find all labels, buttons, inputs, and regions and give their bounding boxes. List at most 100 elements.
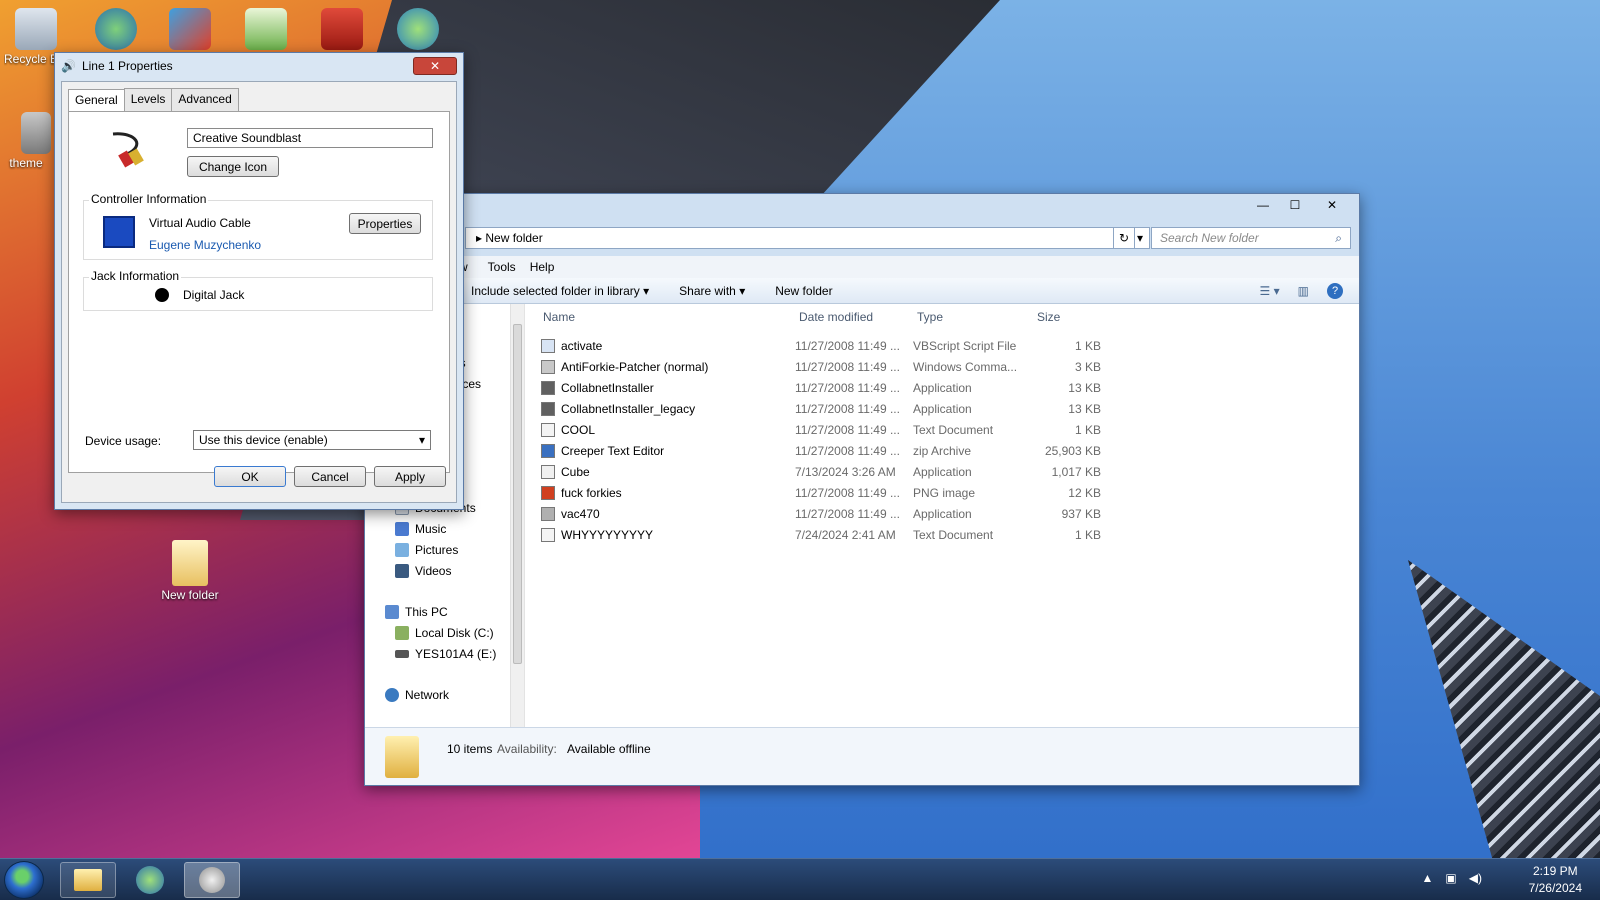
taskbar-browser[interactable]: [122, 862, 178, 898]
menu-help[interactable]: Help: [530, 260, 555, 274]
desktop-icon-browser[interactable]: [84, 8, 148, 52]
file-date: 11/27/2008 11:49 ...: [795, 423, 900, 437]
nav-item-local-disk[interactable]: Local Disk (C:): [395, 626, 494, 640]
dialog-titlebar: 🔊 Line 1 Properties ✕: [55, 53, 463, 79]
drive-icon: [395, 626, 409, 640]
nav-item-music[interactable]: Music: [395, 522, 446, 536]
file-row[interactable]: CollabnetInstaller 11/27/2008 11:49 ... Ap…: [537, 378, 1107, 399]
chevron-down-icon[interactable]: ▾: [1137, 231, 1143, 245]
refresh-button[interactable]: ↻: [1113, 227, 1135, 249]
earth-icon: [397, 8, 439, 50]
tray-expand-icon[interactable]: ▲: [1422, 871, 1434, 885]
desktop: Recycle Bin theme New folder — ☐ ✕ ▸ New…: [0, 0, 1600, 900]
start-button[interactable]: [4, 861, 44, 899]
file-row[interactable]: fuck forkies 11/27/2008 11:49 ... PNG imag…: [537, 483, 1107, 504]
file-size: 3 KB: [1074, 360, 1101, 374]
cancel-button[interactable]: Cancel: [294, 466, 366, 487]
file-type: Application: [913, 507, 972, 521]
nav-item-usb-drive[interactable]: YES101A4 (E:): [395, 647, 496, 661]
ok-button[interactable]: OK: [214, 466, 286, 487]
file-size: 1 KB: [1074, 339, 1101, 353]
share-with-button[interactable]: Share with ▾: [679, 284, 745, 298]
file-type: Application: [913, 465, 972, 479]
view-options-button[interactable]: ☰ ▾: [1260, 284, 1280, 298]
taskbar: ▲ ▣ ◀) 2:19 PM 7/26/2024: [0, 858, 1600, 900]
file-date: 7/13/2024 3:26 AM: [795, 465, 896, 479]
column-header-size[interactable]: Size: [1037, 310, 1060, 324]
audio-cable-icon: [107, 128, 151, 172]
desktop-icon-label: Recycle Bin: [4, 52, 54, 66]
dialog-body: General Levels Advanced Creative Soundbl…: [61, 81, 457, 503]
search-input[interactable]: Search New folder ⌕: [1151, 227, 1351, 249]
apply-button[interactable]: Apply: [374, 466, 446, 487]
file-row[interactable]: vac470 11/27/2008 11:49 ... Application 937…: [537, 504, 1107, 525]
new-folder-button[interactable]: New folder: [775, 284, 832, 298]
chevron-down-icon: ▾: [418, 433, 425, 447]
file-name: activate: [561, 339, 603, 353]
desktop-icon-new-folder[interactable]: New folder: [154, 540, 226, 602]
nav-item-videos[interactable]: Videos: [395, 564, 451, 578]
file-name: Cube: [561, 465, 590, 479]
theme-icon: [21, 112, 51, 154]
tab-general[interactable]: General: [68, 89, 125, 112]
taskbar-sound[interactable]: [184, 862, 240, 898]
preview-pane-button[interactable]: ▥: [1298, 284, 1309, 298]
file-icon: [541, 423, 555, 437]
volume-icon[interactable]: ◀): [1469, 871, 1482, 885]
column-header-name[interactable]: Name: [543, 310, 575, 324]
controller-vendor-link[interactable]: Eugene Muzychenko: [149, 238, 261, 252]
file-type: PNG image: [913, 486, 976, 500]
change-icon-button[interactable]: Change Icon: [187, 156, 279, 177]
desktop-icon-notepad[interactable]: [234, 8, 298, 52]
explorer-window: — ☐ ✕ ▸ New folder ▾ ↻ Search New folder…: [364, 193, 1360, 786]
file-icon: [541, 528, 555, 542]
close-button[interactable]: ✕: [413, 57, 457, 75]
controller-properties-button[interactable]: Properties: [349, 213, 421, 234]
close-button[interactable]: ✕: [1313, 196, 1351, 214]
controller-group-label: Controller Information: [89, 192, 209, 206]
include-in-library-button[interactable]: Include selected folder in library ▾: [471, 284, 649, 298]
file-row[interactable]: WHYYYYYYYYY 7/24/2024 2:41 AM Text Documen…: [537, 525, 1107, 546]
tab-advanced[interactable]: Advanced: [171, 88, 239, 111]
globe-icon: [136, 866, 164, 894]
nav-scrollbar[interactable]: [510, 304, 524, 727]
file-row[interactable]: Cube 7/13/2024 3:26 AM Application 1,017 KB: [537, 462, 1107, 483]
file-row[interactable]: Creeper Text Editor 11/27/2008 11:49 ... z…: [537, 441, 1107, 462]
breadcrumb-item[interactable]: New folder: [485, 231, 542, 245]
minimize-button[interactable]: —: [1249, 196, 1277, 214]
nav-item-this-pc[interactable]: This PC: [385, 605, 448, 619]
menu-tools[interactable]: Tools: [488, 260, 516, 274]
speaker-icon: 🔊: [61, 59, 76, 73]
column-header-type[interactable]: Type: [917, 310, 943, 324]
file-date: 11/27/2008 11:49 ...: [795, 486, 900, 500]
desktop-icon-app[interactable]: [158, 8, 222, 52]
file-icon: [541, 339, 555, 353]
file-type: Text Document: [913, 423, 994, 437]
file-row[interactable]: COOL 11/27/2008 11:49 ... Text Document 1 K…: [537, 420, 1107, 441]
maximize-button[interactable]: ☐: [1281, 196, 1309, 214]
nav-item-pictures[interactable]: Pictures: [395, 543, 458, 557]
file-row[interactable]: activate 11/27/2008 11:49 ... VBScript Scr…: [537, 336, 1107, 357]
nav-item-network[interactable]: Network: [385, 688, 449, 702]
tab-levels[interactable]: Levels: [123, 88, 173, 111]
device-usage-select[interactable]: Use this device (enable) ▾: [193, 430, 431, 450]
desktop-icon-red-app[interactable]: [310, 8, 374, 52]
dialog-title: Line 1 Properties: [81, 59, 173, 73]
help-icon[interactable]: ?: [1327, 282, 1343, 299]
clock[interactable]: 2:19 PM 7/26/2024: [1529, 863, 1582, 897]
desktop-icon-globe[interactable]: [386, 8, 450, 52]
usb-drive-icon: [395, 650, 409, 658]
scrollbar-thumb[interactable]: [513, 324, 522, 664]
file-size: 1,017 KB: [1051, 465, 1101, 479]
properties-dialog: 🔊 Line 1 Properties ✕ General Levels Adv…: [54, 52, 464, 510]
breadcrumb[interactable]: ▸ New folder: [476, 231, 543, 245]
file-row[interactable]: AntiForkie-Patcher (normal) 11/27/2008 11…: [537, 357, 1107, 378]
network-icon[interactable]: ▣: [1445, 871, 1456, 885]
chevron-right-icon: ▸: [476, 231, 486, 245]
file-row[interactable]: CollabnetInstaller_legacy 11/27/2008 11:4…: [537, 399, 1107, 420]
address-bar[interactable]: ▸ New folder ▾: [465, 227, 1150, 249]
file-type: Application: [913, 402, 972, 416]
column-header-date[interactable]: Date modified: [799, 310, 873, 324]
device-name-input[interactable]: Creative Soundblast: [187, 128, 433, 148]
taskbar-explorer[interactable]: [60, 862, 116, 898]
